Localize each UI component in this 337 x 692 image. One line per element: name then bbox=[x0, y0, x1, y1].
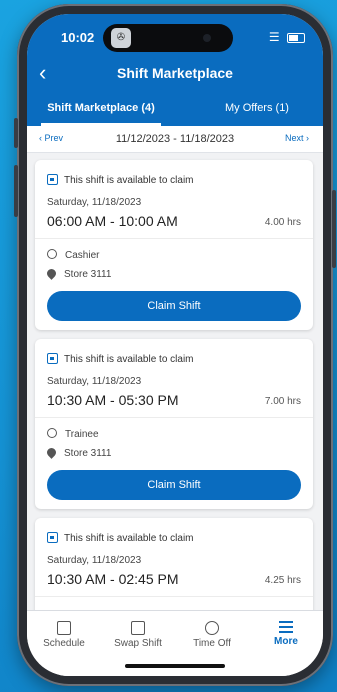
home-indicator[interactable] bbox=[125, 664, 225, 668]
claim-shift-button[interactable]: Claim Shift bbox=[47, 291, 301, 321]
shift-hours: 4.00 hrs bbox=[264, 217, 301, 228]
availability-row: This shift is available to claim bbox=[47, 532, 194, 544]
nav-time-off[interactable]: Time Off bbox=[175, 621, 249, 649]
phone-side-button bbox=[14, 165, 18, 217]
claim-shift-button[interactable]: Claim Shift bbox=[47, 470, 301, 500]
swap-icon bbox=[131, 621, 145, 635]
phone-side-button bbox=[14, 118, 18, 148]
date-navigator: ‹ Prev 11/12/2023 - 11/18/2023 Next › bbox=[27, 126, 323, 153]
calendar-icon bbox=[57, 621, 71, 635]
location-pin-icon bbox=[45, 446, 58, 459]
next-week-button[interactable]: Next › bbox=[285, 133, 309, 143]
hamburger-menu-icon bbox=[279, 621, 293, 633]
location-pin-icon bbox=[45, 267, 58, 280]
dynamic-island: ✇ bbox=[103, 24, 233, 52]
calendar-icon bbox=[47, 532, 58, 543]
calendar-icon bbox=[47, 353, 58, 364]
nav-label: Schedule bbox=[43, 638, 85, 649]
camera-icon: ✇ bbox=[111, 28, 131, 48]
role-row: Trainee bbox=[47, 428, 99, 440]
availability-row: This shift is available to claim bbox=[47, 174, 194, 186]
person-icon bbox=[47, 249, 57, 259]
shift-date: Saturday, 11/18/2023 bbox=[47, 555, 142, 566]
shift-role: Cashier bbox=[65, 250, 100, 261]
shift-time-range: 10:30 AM - 02:45 PM bbox=[47, 571, 179, 587]
nav-schedule[interactable]: Schedule bbox=[27, 621, 101, 649]
phone-side-button bbox=[332, 190, 336, 268]
page-title: Shift Marketplace bbox=[117, 65, 233, 81]
app-screen: 10:02 ✇ ☰ ‹ Shift Marketplace Shift Mark… bbox=[27, 14, 323, 676]
shift-hours: 7.00 hrs bbox=[264, 396, 301, 407]
app-header: 10:02 ✇ ☰ ‹ Shift Marketplace Shift Mark… bbox=[27, 14, 323, 126]
wifi-icon: ☰ bbox=[268, 30, 280, 44]
availability-text: This shift is available to claim bbox=[64, 533, 194, 544]
status-time: 10:02 bbox=[61, 30, 95, 45]
date-range-label: 11/12/2023 - 11/18/2023 bbox=[115, 133, 235, 145]
shift-time-range: 10:30 AM - 05:30 PM bbox=[47, 392, 179, 408]
status-bar: 10:02 ✇ ☰ bbox=[27, 24, 323, 52]
shift-role: Trainee bbox=[65, 429, 99, 440]
nav-swap-shift[interactable]: Swap Shift bbox=[101, 621, 175, 649]
shift-date: Saturday, 11/18/2023 bbox=[47, 197, 142, 208]
beach-umbrella-icon bbox=[205, 621, 219, 635]
store-row: Store 3111 bbox=[45, 446, 112, 459]
shift-card: This shift is available to claim Saturda… bbox=[35, 160, 313, 330]
card-divider bbox=[35, 596, 313, 597]
tab-my-offers[interactable]: My Offers (1) bbox=[197, 102, 317, 126]
availability-row: This shift is available to claim bbox=[47, 353, 194, 365]
card-divider bbox=[35, 417, 313, 418]
card-divider bbox=[35, 238, 313, 239]
battery-icon bbox=[287, 32, 305, 43]
shift-date: Saturday, 11/18/2023 bbox=[47, 376, 142, 387]
nav-more[interactable]: More bbox=[249, 621, 323, 647]
availability-text: This shift is available to claim bbox=[64, 175, 194, 186]
calendar-icon bbox=[47, 174, 58, 185]
shift-card: This shift is available to claim Saturda… bbox=[35, 339, 313, 509]
shift-hours: 4.25 hrs bbox=[264, 575, 301, 586]
nav-label: Swap Shift bbox=[114, 638, 162, 649]
person-icon bbox=[47, 428, 57, 438]
camera-lens-icon bbox=[203, 34, 211, 42]
role-row: Cashier bbox=[47, 249, 99, 261]
shift-store: Store 3111 bbox=[64, 269, 112, 280]
store-row: Store 3111 bbox=[45, 267, 112, 280]
status-icons: ☰ bbox=[269, 30, 305, 44]
nav-label: More bbox=[274, 636, 298, 647]
nav-label: Time Off bbox=[193, 638, 231, 649]
tab-bar: Shift Marketplace (4) My Offers (1) bbox=[27, 98, 323, 126]
shift-store: Store 3111 bbox=[64, 448, 112, 459]
shift-time-range: 06:00 AM - 10:00 AM bbox=[47, 213, 178, 229]
nav-bar: ‹ Shift Marketplace bbox=[27, 60, 323, 86]
availability-text: This shift is available to claim bbox=[64, 354, 194, 365]
